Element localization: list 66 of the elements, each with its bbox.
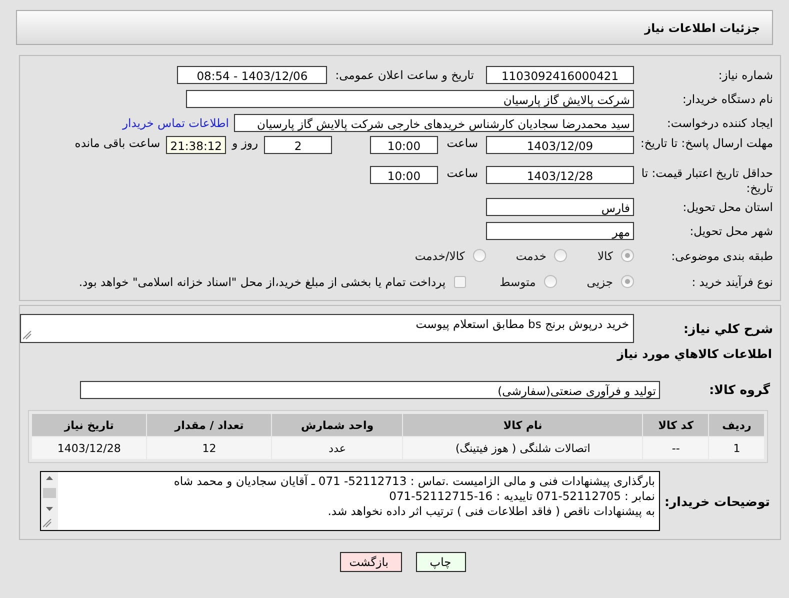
field-label: گروه کالا: bbox=[708, 382, 771, 397]
radio-button[interactable] bbox=[554, 249, 568, 262]
field-label: نوع فرآیند خرید : bbox=[690, 274, 774, 288]
description-field: خرید درپوش برنج bs مطابق استعلام پیوست bbox=[20, 314, 634, 343]
city-field: مهر bbox=[486, 222, 634, 240]
field-label: توضیحات خریدار: bbox=[663, 494, 771, 508]
requester-field: سید محمدرضا سجادیان کارشناس خریدهای خارجی شرکت پالایش گاز پارسیان bbox=[234, 114, 634, 132]
checkbox[interactable] bbox=[454, 276, 466, 288]
field-label: نام دستگاه خریدار: bbox=[681, 92, 774, 106]
table-cell: 1403/12/28 bbox=[32, 437, 146, 459]
radio-option[interactable]: کالا/خدمت bbox=[414, 248, 486, 262]
goods-group-field: تولید و فرآوری صنعتی(سفارشی) bbox=[80, 380, 660, 398]
contact-link[interactable]: اطلاعات تماس خریدار bbox=[122, 116, 229, 130]
need-number-field: 1103092416000421 bbox=[486, 66, 634, 84]
table-cell: 1 bbox=[709, 437, 764, 459]
column-header: ردیف bbox=[709, 414, 764, 436]
countdown-field: 21:38:12 bbox=[166, 136, 226, 154]
radio-option[interactable]: خدمت bbox=[516, 248, 568, 262]
days-field: 2 bbox=[264, 136, 332, 154]
column-header: نام کالا bbox=[403, 414, 642, 436]
field-label: حداقل تاریخ اعتبار قیمت: تا تاریخ: bbox=[640, 166, 774, 196]
field-label: شماره نیاز: bbox=[717, 68, 774, 82]
column-header: واحد شمارش bbox=[272, 414, 402, 436]
resize-grip-icon bbox=[23, 331, 32, 340]
radio-button[interactable] bbox=[621, 275, 634, 288]
field-label: ساعت باقی مانده bbox=[74, 136, 160, 150]
section-title: اطلاعات کالاهاي مورد نياز bbox=[616, 347, 773, 361]
note-line: به پیشنهادات ناقص ( فاقد اطلاعات فنی ) ترتیب اثر داده نخواهد شد. bbox=[326, 504, 655, 519]
radio-option[interactable]: جزیی bbox=[586, 274, 634, 288]
time-field: 10:00 bbox=[370, 136, 438, 154]
radio-option[interactable]: متوسط bbox=[500, 274, 557, 288]
buyer-org-field: شرکت پالایش گاز پارسیان bbox=[186, 90, 634, 108]
back-button[interactable]: بازگشت bbox=[340, 552, 402, 572]
note-line: نمابر : 52112705-071 تاییدیه : 16-52112715-071 bbox=[388, 489, 655, 504]
field-label: ایجاد کننده درخواست: bbox=[666, 116, 774, 130]
field-label: مهلت ارسال پاسخ: تا تاریخ: bbox=[639, 136, 774, 151]
note-line: بارگذاری پیشنهادات فنی و مالی الزامیست .تماس : 52112713- 071 ـ آقایان سجادیان و محمد شاه bbox=[172, 474, 655, 489]
field-label: شرح کلي نياز: bbox=[682, 321, 774, 336]
radio-button[interactable] bbox=[621, 249, 634, 262]
page-title: جزئیات اطلاعات نیاز bbox=[644, 20, 760, 34]
field-label: استان محل تحویل: bbox=[682, 200, 774, 214]
field-label: ساعت bbox=[446, 166, 478, 180]
column-header: کد کالا bbox=[643, 414, 708, 436]
table-cell: اتصالات شلنگی ( هوز فیتینگ) bbox=[403, 437, 642, 459]
table-cell: -- bbox=[643, 437, 708, 459]
radio-button[interactable] bbox=[544, 275, 557, 288]
announce-date-field: 1403/12/06 - 08:54 bbox=[177, 66, 328, 84]
date-field: 1403/12/09 bbox=[486, 136, 634, 154]
time-field: 10:00 bbox=[370, 166, 438, 184]
checkbox-label: پرداخت تمام یا بخشی از مبلغ خرید،از محل "اسناد خزانه اسلامی" خواهد بود. bbox=[78, 274, 446, 288]
field-label: طبقه بندی موضوعی: bbox=[670, 248, 774, 262]
table-cell: 12 bbox=[147, 437, 272, 459]
field-label: تاریخ و ساعت اعلان عمومی: bbox=[335, 68, 474, 82]
column-header: تاریخ نیاز bbox=[32, 414, 146, 436]
field-label: روز و bbox=[232, 136, 258, 150]
field-label: شهر محل تحویل: bbox=[688, 224, 774, 238]
resize-grip-icon bbox=[43, 519, 52, 528]
province-field: فارس bbox=[486, 198, 634, 216]
radio-button[interactable] bbox=[472, 249, 486, 262]
date-field: 1403/12/28 bbox=[486, 166, 634, 184]
column-header: تعداد / مقدار bbox=[147, 414, 272, 436]
field-label: ساعت bbox=[446, 136, 478, 150]
table-cell: عدد bbox=[272, 437, 402, 459]
radio-option[interactable]: کالا bbox=[597, 248, 634, 262]
print-button[interactable]: چاپ bbox=[416, 552, 466, 572]
scrollbar[interactable] bbox=[41, 472, 58, 530]
